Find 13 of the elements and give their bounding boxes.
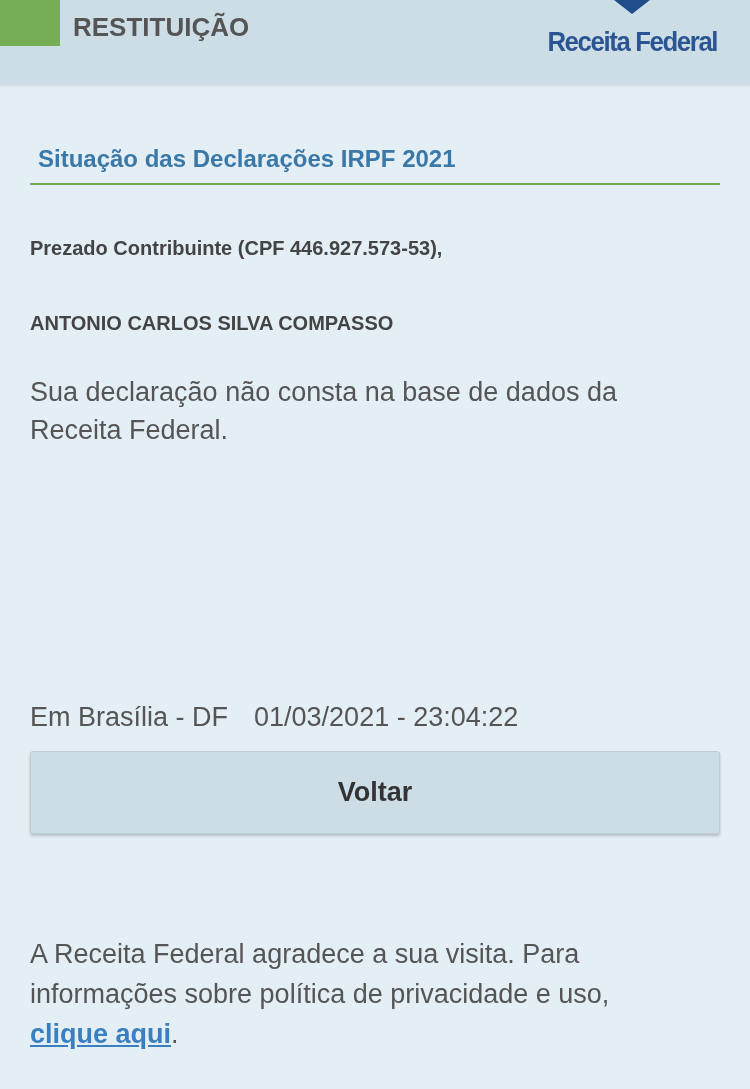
timestamp: 01/03/2021 - 23:04:22 [254, 702, 519, 733]
back-button[interactable]: Voltar [30, 751, 720, 834]
page-title: Situação das Declarações IRPF 2021 [30, 145, 720, 185]
triangle-icon [613, 0, 650, 14]
privacy-link[interactable]: clique aqui [30, 1019, 172, 1049]
header-title: RESTITUIÇÃO [73, 12, 250, 43]
taxpayer-name: ANTONIO CARLOS SILVA COMPASSO [30, 312, 395, 335]
greeting-text: Prezado Contribuinte (CPF 446.927.573-53), [30, 237, 444, 260]
footer-text: A Receita Federal agradece a sua visita. Para informações sobre política de privacidade e uso, clique aqui. [30, 938, 611, 1051]
logo: Receita Federal [546, 26, 717, 58]
message-text: Sua declaração não consta na base de dados da Receita Federal. [30, 376, 618, 447]
accent-block [0, 0, 60, 46]
place-text: Em Brasília - DF [30, 702, 229, 733]
